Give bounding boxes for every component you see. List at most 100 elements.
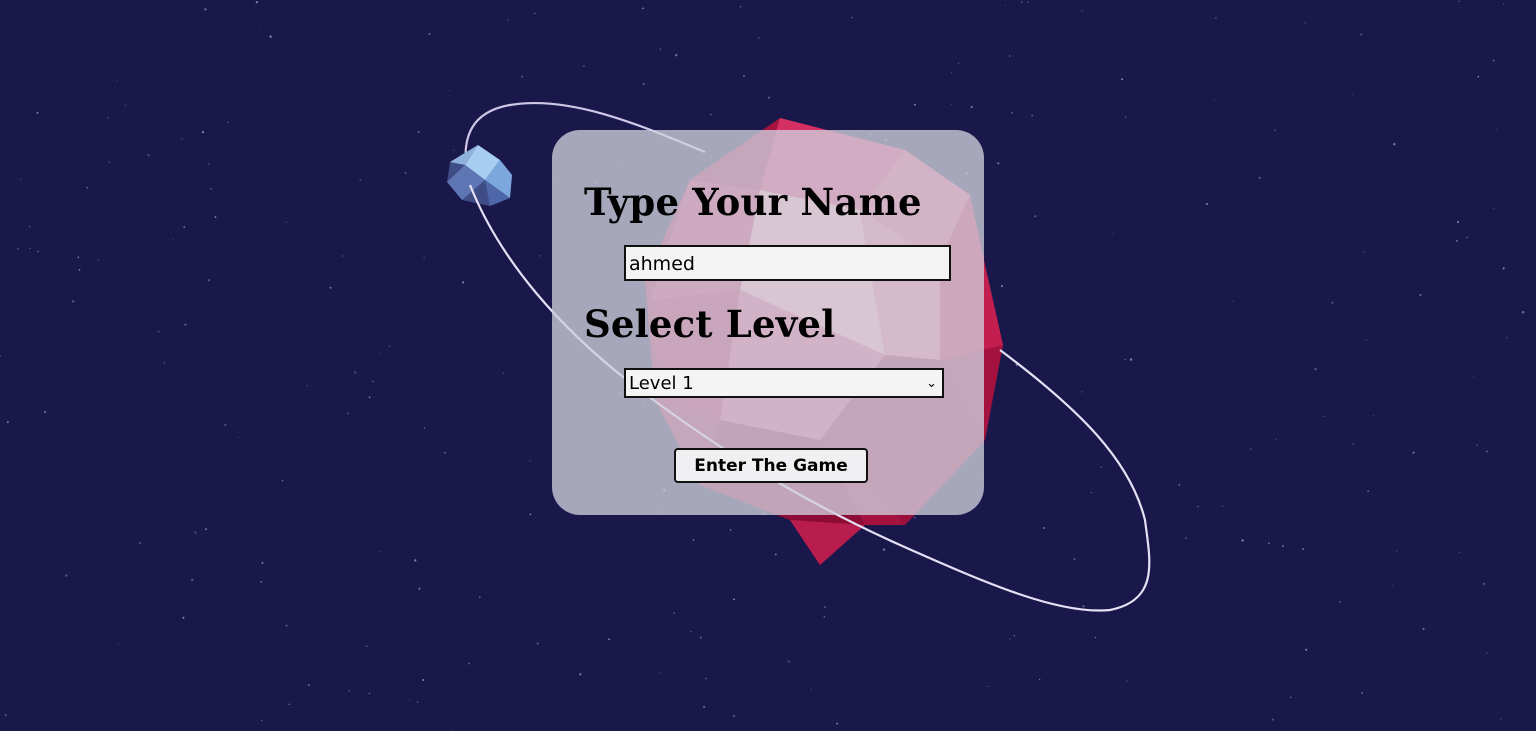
star [86, 186, 89, 189]
star [172, 239, 174, 241]
star [77, 256, 80, 258]
star [117, 643, 120, 645]
star [184, 323, 187, 326]
star [428, 32, 431, 36]
star [1034, 215, 1037, 218]
star [181, 138, 183, 140]
star [285, 221, 287, 223]
star [1121, 78, 1124, 81]
star [529, 460, 531, 462]
star [418, 587, 421, 590]
enter-game-button[interactable]: Enter The Game [674, 448, 868, 483]
star [124, 104, 127, 106]
star [414, 559, 417, 562]
star [970, 105, 973, 109]
star [1215, 17, 1217, 19]
star [787, 660, 790, 663]
star [692, 539, 695, 541]
star [281, 480, 284, 482]
star [261, 561, 264, 564]
star [1009, 638, 1011, 640]
star [1124, 359, 1126, 361]
name-input[interactable] [624, 245, 951, 281]
star [380, 352, 382, 354]
star [1367, 490, 1369, 492]
star [823, 606, 827, 609]
star [913, 516, 916, 519]
star [1094, 636, 1097, 639]
star [204, 8, 207, 11]
star [163, 362, 166, 364]
star [1289, 696, 1292, 699]
star [6, 421, 9, 424]
star [224, 424, 227, 426]
star [1314, 368, 1317, 371]
star [1476, 444, 1478, 447]
star [1363, 251, 1366, 253]
star [307, 684, 310, 687]
star [642, 83, 645, 85]
star [659, 672, 661, 674]
star [16, 247, 19, 250]
star [423, 427, 426, 429]
star [1125, 116, 1127, 118]
star [404, 171, 407, 175]
star [451, 729, 453, 731]
star [468, 662, 471, 665]
star [673, 612, 675, 614]
moon [447, 145, 512, 206]
star [1004, 5, 1006, 7]
star [353, 371, 357, 374]
star [1008, 55, 1011, 57]
star [882, 548, 886, 551]
star [1129, 358, 1133, 361]
star [28, 225, 31, 228]
star [1352, 93, 1354, 96]
star [288, 703, 290, 705]
star [739, 6, 742, 8]
star [1521, 311, 1525, 314]
star [1458, 0, 1460, 3]
star [823, 616, 825, 618]
star [1473, 375, 1475, 377]
star [1304, 22, 1306, 24]
star [1466, 236, 1469, 239]
star [108, 161, 110, 163]
star [1081, 391, 1083, 393]
star [183, 226, 185, 228]
star [1477, 75, 1480, 78]
star [260, 719, 263, 722]
star [1090, 492, 1092, 494]
star [1073, 558, 1076, 560]
star [1482, 582, 1485, 586]
level-select[interactable]: Level 1 ⌄ [624, 368, 944, 398]
star [1081, 10, 1083, 12]
star [1250, 448, 1252, 450]
star [521, 75, 524, 78]
star [368, 396, 371, 399]
star [422, 679, 425, 681]
star [1360, 33, 1363, 36]
star [365, 645, 368, 648]
star [255, 1, 258, 4]
star [1178, 484, 1181, 486]
star [1492, 59, 1495, 62]
star [342, 255, 344, 257]
star [507, 19, 509, 21]
star [1503, 3, 1505, 5]
star [371, 380, 374, 383]
star [409, 698, 411, 700]
star [732, 714, 736, 718]
star [1456, 220, 1460, 224]
star [733, 598, 735, 601]
star [1458, 552, 1461, 554]
star [65, 574, 68, 577]
star [368, 692, 371, 695]
star [191, 578, 194, 581]
star [453, 149, 455, 151]
star [743, 75, 745, 77]
star [1506, 337, 1508, 339]
star [758, 37, 760, 39]
star [416, 701, 419, 704]
star [444, 451, 446, 454]
